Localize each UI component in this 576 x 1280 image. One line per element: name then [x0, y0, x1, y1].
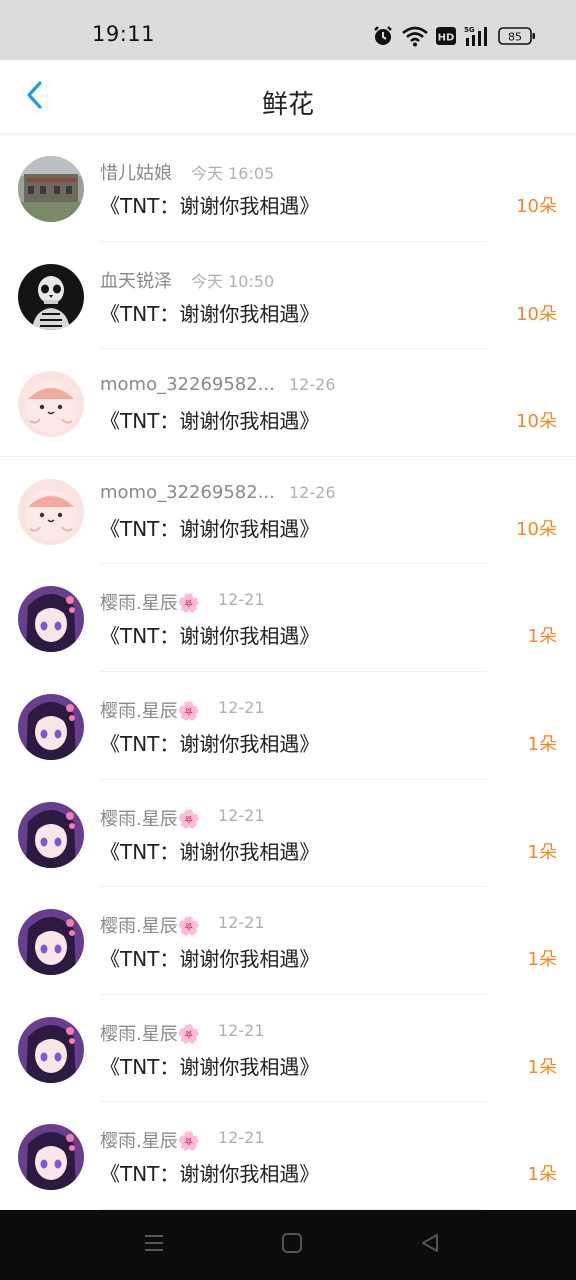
- list-item[interactable]: 樱雨.星辰🌸 12-21 《TNT：谢谢你我相遇》 1朵: [0, 780, 576, 888]
- user-name: 血天锐泽: [100, 270, 172, 292]
- song-title: 《TNT：谢谢你我相遇》: [100, 731, 320, 756]
- status-time: 19:11: [92, 22, 156, 46]
- user-name: momo_32269582...: [100, 481, 275, 503]
- user-name: 樱雨.星辰🌸: [100, 916, 201, 938]
- status-bar: 19:11 HD 5G 85: [0, 0, 576, 60]
- user-name: 樱雨.星辰🌸: [100, 1131, 201, 1153]
- avatar[interactable]: [18, 478, 84, 545]
- menu-button[interactable]: [134, 1230, 174, 1260]
- timestamp: 12-21: [218, 805, 265, 825]
- list-item[interactable]: 惜儿姑娘 今天 16:05 《TNT：谢谢你我相遇》 10朵: [0, 134, 576, 242]
- svg-text:HD: HD: [438, 33, 455, 44]
- flower-count: 1朵: [527, 841, 557, 863]
- user-name: 樱雨.星辰🌸: [100, 700, 201, 722]
- song-title: 《TNT：谢谢你我相遇》: [100, 947, 320, 972]
- avatar[interactable]: [18, 801, 84, 868]
- avatar[interactable]: [18, 586, 84, 653]
- song-title: 《TNT：谢谢你我相遇》: [100, 409, 320, 434]
- home-square-icon: [281, 1232, 303, 1258]
- page-title: 鲜花: [261, 90, 314, 120]
- status-icons: HD 5G 85: [372, 22, 536, 50]
- song-title: 《TNT：谢谢你我相遇》: [100, 1162, 320, 1187]
- timestamp: 12-26: [289, 482, 336, 502]
- list-item[interactable]: momo_32269582... 12-26 《TNT：谢谢你我相遇》 10朵: [0, 349, 576, 457]
- list-item[interactable]: 樱雨.星辰🌸 12-21 《TNT：谢谢你我相遇》 1朵: [0, 1102, 576, 1210]
- alarm-icon: [372, 25, 394, 47]
- flower-count: 1朵: [527, 1056, 557, 1078]
- flower-count: 1朵: [527, 733, 557, 755]
- list-item[interactable]: 樱雨.星辰🌸 12-21 《TNT：谢谢你我相遇》 1朵: [0, 672, 576, 780]
- avatar[interactable]: [18, 693, 84, 760]
- menu-icon: [143, 1233, 165, 1257]
- hd-icon: HD: [436, 27, 456, 45]
- svg-text:85: 85: [508, 31, 522, 44]
- song-title: 《TNT：谢谢你我相遇》: [100, 839, 320, 864]
- user-name: 惜儿姑娘: [100, 163, 172, 184]
- system-nav-bar: [0, 1210, 576, 1280]
- header: 鲜花: [0, 60, 576, 134]
- user-name: 樱雨.星辰🌸: [100, 1023, 201, 1045]
- list-item[interactable]: 樱雨.星辰🌸 12-21 《TNT：谢谢你我相遇》 1朵: [0, 887, 576, 995]
- flower-count: 1朵: [527, 626, 557, 648]
- back-triangle-icon: [419, 1232, 441, 1258]
- list-item[interactable]: 血天锐泽 今天 10:50 《TNT：谢谢你我相遇》 10朵: [0, 242, 576, 350]
- avatar[interactable]: [18, 263, 84, 330]
- timestamp: 12-21: [218, 1128, 265, 1148]
- avatar[interactable]: [18, 156, 84, 222]
- timestamp: 12-21: [218, 697, 265, 717]
- avatar[interactable]: [18, 1124, 84, 1191]
- avatar[interactable]: [18, 1016, 84, 1083]
- user-name: momo_32269582...: [100, 374, 275, 396]
- song-title: 《TNT：谢谢你我相遇》: [100, 301, 320, 326]
- song-title: 《TNT：谢谢你我相遇》: [100, 1054, 320, 1079]
- flower-count: 1朵: [527, 1164, 557, 1186]
- timestamp: 今天 10:50: [191, 271, 275, 291]
- signal-5g-icon: 5G: [464, 25, 490, 47]
- list-item[interactable]: momo_32269582... 12-26 《TNT：谢谢你我相遇》 10朵: [0, 457, 576, 565]
- flower-count: 10朵: [516, 196, 557, 217]
- timestamp: 12-21: [218, 590, 265, 610]
- user-name: 樱雨.星辰🌸: [100, 593, 201, 615]
- flower-count: 10朵: [516, 411, 557, 433]
- timestamp: 12-26: [289, 375, 336, 395]
- song-title: 《TNT：谢谢你我相遇》: [100, 624, 320, 649]
- avatar[interactable]: [18, 909, 84, 976]
- flower-count: 10朵: [516, 518, 557, 540]
- battery-icon: 85: [498, 26, 536, 46]
- flower-count: 1朵: [527, 949, 557, 971]
- wifi-icon: [402, 25, 428, 47]
- timestamp: 12-21: [218, 1020, 265, 1040]
- home-button[interactable]: [272, 1230, 312, 1260]
- flower-count: 10朵: [516, 303, 557, 325]
- back-nav-button[interactable]: [410, 1230, 450, 1260]
- list-item[interactable]: 樱雨.星辰🌸 12-21 《TNT：谢谢你我相遇》 1朵: [0, 995, 576, 1103]
- timestamp: 12-21: [218, 913, 265, 933]
- avatar[interactable]: [18, 371, 84, 438]
- song-title: 《TNT：谢谢你我相遇》: [100, 194, 320, 218]
- svg-text:5G: 5G: [464, 26, 475, 34]
- song-title: 《TNT：谢谢你我相遇》: [100, 516, 320, 541]
- timestamp: 今天 16:05: [191, 164, 275, 183]
- list-item[interactable]: 樱雨.星辰🌸 12-21 《TNT：谢谢你我相遇》 1朵: [0, 564, 576, 672]
- user-name: 樱雨.星辰🌸: [100, 808, 201, 830]
- flower-list: 惜儿姑娘 今天 16:05 《TNT：谢谢你我相遇》 10朵 血天锐泽 今天 1…: [0, 134, 576, 1210]
